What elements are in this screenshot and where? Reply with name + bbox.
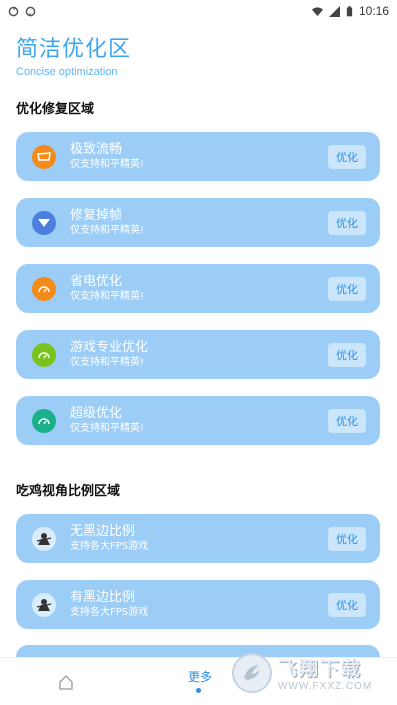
active-tab-indicator: [196, 688, 201, 693]
battery-icon: [346, 5, 353, 16]
clock: 10:16: [358, 4, 389, 18]
sync-icon: [8, 6, 19, 16]
card-text: 无黑边比例 支持各大FPS游戏: [70, 523, 328, 554]
option-card-fix-frame-drop[interactable]: 修复掉帧 仅支持和平精英! 优化: [16, 198, 380, 247]
home-icon[interactable]: [58, 674, 74, 690]
card-title: 有黑边比例: [70, 590, 136, 605]
speed-icon: [32, 144, 56, 169]
option-card-no-black-border[interactable]: 无黑边比例 支持各大FPS游戏 优化: [16, 514, 380, 563]
card-subtitle: 支持各大FPS游戏: [70, 541, 149, 552]
option-card-power-saving[interactable]: 省电优化 仅支持和平精英! 优化: [16, 264, 380, 313]
card-title: 无黑边比例: [70, 524, 136, 539]
wifi-icon: [311, 6, 323, 16]
optimize-button[interactable]: 优化: [328, 342, 366, 367]
status-bar: 10:16: [0, 0, 397, 22]
section-title-aspect-ratio: 吃鸡视角比例区域: [16, 484, 121, 499]
watermark-logo-icon: [232, 653, 272, 693]
option-card-super[interactable]: 超级优化 仅支持和平精英! 优化: [16, 396, 380, 445]
card-text: 极致流畅 仅支持和平精英!: [70, 141, 328, 172]
section-title-optimize: 优化修复区域: [16, 102, 95, 117]
card-title: 超级优化: [70, 406, 123, 421]
optimize-button[interactable]: 优化: [328, 526, 366, 551]
nav-more-tab[interactable]: 更多: [186, 668, 214, 685]
page-subtitle: Concise optimization: [16, 66, 118, 78]
status-right: 10:16: [311, 4, 389, 18]
card-subtitle: 支持各大FPS游戏: [70, 607, 149, 618]
optimize-button[interactable]: 优化: [328, 592, 366, 617]
option-card-game-pro[interactable]: 游戏专业优化 仅支持和平精英! 优化: [16, 330, 380, 379]
card-subtitle: 仅支持和平精英!: [70, 291, 145, 302]
card-title: 修复掉帧: [70, 208, 123, 223]
card-text: 修复掉帧 仅支持和平精英!: [70, 207, 328, 238]
card-text: 游戏专业优化 仅支持和平精英!: [70, 339, 328, 370]
gauge-icon: [32, 342, 56, 367]
page-title: 简洁优化区: [16, 37, 132, 62]
sync-icon: [25, 6, 36, 16]
card-text: 有黑边比例 支持各大FPS游戏: [70, 589, 328, 620]
card-text: 省电优化 仅支持和平精英!: [70, 273, 328, 304]
repair-icon: [32, 210, 56, 235]
watermark-url: WWW.FXXZ.COM: [278, 681, 373, 692]
watermark-text: 飞翔下载 WWW.FXXZ.COM: [278, 654, 372, 692]
optimize-button[interactable]: 优化: [328, 276, 366, 301]
option-card-extreme-smooth[interactable]: 极致流畅 仅支持和平精英! 优化: [16, 132, 380, 181]
character-icon: [32, 592, 56, 617]
signal-icon: [328, 5, 340, 17]
optimize-button[interactable]: 优化: [328, 144, 366, 169]
card-subtitle: 仅支持和平精英!: [70, 357, 145, 368]
optimize-button[interactable]: 优化: [328, 408, 366, 433]
status-left: [8, 6, 36, 17]
card-title: 游戏专业优化: [70, 340, 149, 355]
character-icon: [32, 526, 56, 551]
gauge-icon: [32, 276, 56, 301]
optimize-button[interactable]: 优化: [328, 210, 366, 235]
card-subtitle: 仅支持和平精英!: [70, 423, 145, 434]
card-subtitle: 仅支持和平精英!: [70, 225, 145, 236]
card-text: 超级优化 仅支持和平精英!: [70, 405, 328, 436]
card-title: 省电优化: [70, 274, 123, 289]
watermark: 飞翔下载 WWW.FXXZ.COM: [232, 650, 387, 696]
option-card-with-black-border[interactable]: 有黑边比例 支持各大FPS游戏 优化: [16, 580, 380, 629]
page-header: 简洁优化区 Concise optimization: [16, 36, 131, 78]
watermark-main: 飞翔下载: [278, 658, 363, 680]
gauge-icon: [32, 408, 56, 433]
card-subtitle: 仅支持和平精英!: [70, 159, 145, 170]
card-title: 极致流畅: [70, 142, 123, 157]
